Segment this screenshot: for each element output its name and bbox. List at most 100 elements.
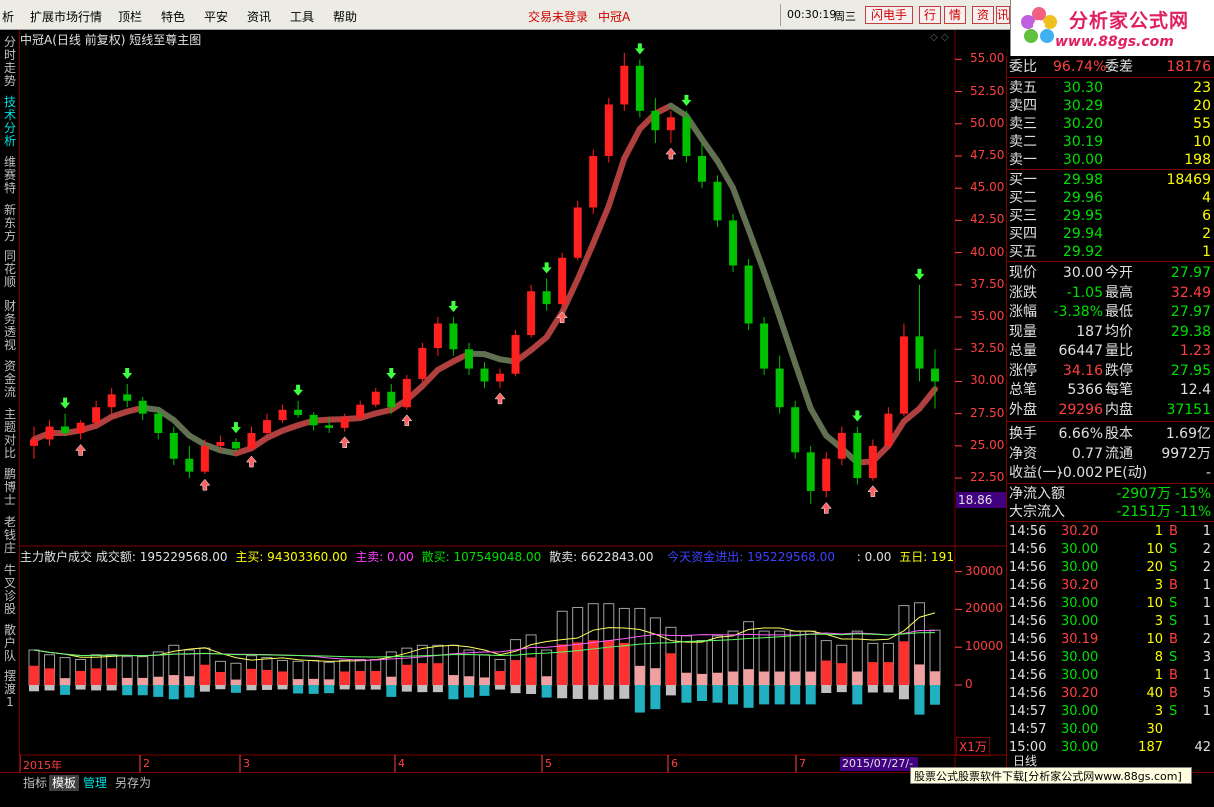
time-axis-label: 6 [671, 757, 678, 770]
logo-url: www.88gs.com [1055, 34, 1174, 50]
volume-outflow-bar [153, 685, 164, 697]
chart-expand-icon[interactable]: ◇ ◇ [930, 32, 949, 43]
volume-main-bar [44, 668, 55, 685]
price-axis-label: 37.50 [970, 276, 1005, 291]
volume-main-bar [277, 671, 288, 685]
manage-tab[interactable]: 管理 [80, 775, 110, 791]
kline-chart-svg[interactable] [19, 30, 1006, 772]
sell-level-row[interactable]: 卖五 30.30 23 [1007, 79, 1214, 97]
menu-item-help[interactable]: 帮助 [333, 8, 357, 25]
volume-outflow-bar [774, 685, 785, 705]
buy-signal-arrow-icon [75, 444, 87, 456]
vol-turnover: 成交额: 195229568.00 [95, 550, 228, 564]
tab-technical-analysis[interactable]: 技术分析 [2, 96, 18, 152]
tab-capital-flow[interactable]: 资金流 [2, 360, 18, 402]
volume-outflow-bar [805, 685, 816, 705]
volume-main-bar [75, 670, 86, 685]
buy-signal-arrow-icon [199, 478, 211, 491]
tab-topic-compare[interactable]: 主题对比 [2, 408, 18, 464]
flash-trade-button[interactable]: 闪电手 [865, 6, 913, 24]
candle-body [231, 442, 240, 449]
buy-level-row[interactable]: 买五 29.92 1 [1007, 243, 1214, 261]
sell-signal-arrow-icon [60, 397, 71, 409]
tab-tonghuashun[interactable]: 同花顺 [2, 250, 18, 292]
volume-main-bar [898, 641, 909, 685]
volume-main-bar [184, 676, 195, 685]
login-status[interactable]: 交易未登录 [528, 8, 588, 25]
buy-signal-arrow-icon [820, 502, 832, 514]
sell-signal-arrow-icon [852, 410, 863, 422]
price-axis-label: 32.50 [970, 341, 1005, 356]
quote-tab-2[interactable]: 情 [944, 6, 966, 24]
buy-level-row[interactable]: 买四 29.94 2 [1007, 225, 1214, 243]
left-vertical-tabs: 分时走势 技术分析 维赛特 新东方 同花顺 财务透视 资金流 主题对比 鹏博士 … [0, 30, 20, 772]
volume-outflow-bar [665, 685, 676, 696]
menu-item-extended-market[interactable]: 扩展市场行情 [30, 8, 102, 25]
volume-outflow-bar [355, 685, 366, 690]
volume-main-bar [665, 653, 676, 685]
tab-retail-team[interactable]: 散户队 [2, 624, 18, 666]
tab-laoqianzhuang[interactable]: 老钱庄 [2, 516, 18, 558]
volume-main-bar [339, 671, 350, 685]
news-tab-2[interactable]: 讯 [996, 6, 1010, 24]
volume-outflow-bar [339, 685, 350, 690]
candle-body [185, 458, 194, 472]
candle-body [138, 400, 147, 414]
buy-level-row[interactable]: 买二 29.96 4 [1007, 189, 1214, 207]
volume-outflow-bar [634, 685, 645, 713]
volume-outflow-bar [184, 685, 195, 698]
volume-main-bar [557, 644, 568, 685]
sell-signal-arrow-icon [914, 268, 925, 280]
menu-item-analysis[interactable]: 析 [2, 8, 14, 25]
buy-level-row[interactable]: 买三 29.95 6 [1007, 207, 1214, 225]
candle-body [899, 336, 908, 414]
volume-main-bar [743, 669, 754, 685]
sell-level-row[interactable]: 卖二 30.19 10 [1007, 133, 1214, 151]
candle-body [558, 257, 567, 305]
volume-outflow-bar [790, 685, 801, 705]
sell-level-row[interactable]: 卖三 30.20 55 [1007, 115, 1214, 133]
buy-level-row[interactable]: 买一 29.98 18469 [1007, 171, 1214, 189]
volume-outflow-bar [696, 685, 707, 701]
price-axis-label: 52.50 [970, 83, 1005, 98]
sell-level-row[interactable]: 卖一 30.00 198 [1007, 151, 1214, 169]
indicator-tab[interactable]: 指标 [20, 775, 50, 791]
tab-financial[interactable]: 财务透视 [2, 300, 18, 356]
sell-signal-arrow-icon [541, 262, 552, 274]
menu-item-top-bar[interactable]: 顶栏 [118, 8, 142, 25]
volume-main-bar [774, 671, 785, 685]
candle-body [682, 117, 691, 156]
time-axis-label: 7 [799, 757, 806, 770]
volume-outflow-bar [557, 685, 568, 699]
tab-baidu[interactable]: 摆渡1 [2, 670, 18, 712]
candle-body [775, 368, 784, 408]
time-axis-label: 4 [398, 757, 405, 770]
volume-outflow-bar [75, 685, 86, 690]
volume-outflow-bar [29, 685, 39, 692]
sell-signal-arrow-icon [681, 94, 692, 106]
chart-area[interactable]: 中冠A(日线 前复权) 短线至尊主图 ◇ ◇ 55.00 52.50 50.00 47… [19, 30, 1006, 772]
save-as-tab[interactable]: 另存为 [112, 775, 154, 791]
tab-weisaite[interactable]: 维赛特 [2, 156, 18, 198]
menu-item-tools[interactable]: 工具 [290, 8, 314, 25]
tab-intraday[interactable]: 分时走势 [2, 36, 18, 92]
candle-body [573, 207, 582, 258]
menu-item-news[interactable]: 资讯 [247, 8, 271, 25]
menu-item-pingan[interactable]: 平安 [204, 8, 228, 25]
volume-outflow-bar [681, 685, 692, 703]
template-tab[interactable]: 模板 [49, 775, 80, 791]
tab-xindongfang[interactable]: 新东方 [2, 204, 18, 246]
ma-ribbon-segment [807, 405, 830, 439]
tab-stock-diagnosis[interactable]: 牛叉诊股 [2, 564, 18, 620]
sell-level-row[interactable]: 卖四 30.29 20 [1007, 97, 1214, 115]
quote-tab-1[interactable]: 行 [919, 6, 941, 24]
volume-outflow-bar [463, 685, 474, 698]
volume-unit-label: X1万 [956, 737, 990, 756]
news-tab-1[interactable]: 资 [972, 6, 994, 24]
menu-item-features[interactable]: 特色 [161, 8, 185, 25]
tab-pengboshi[interactable]: 鹏博士 [2, 468, 18, 510]
sell-signal-arrow-icon [293, 384, 304, 396]
volume-main-bar [867, 662, 878, 685]
buy-signal-arrow-icon [245, 455, 258, 468]
volume-main-bar [262, 669, 273, 685]
